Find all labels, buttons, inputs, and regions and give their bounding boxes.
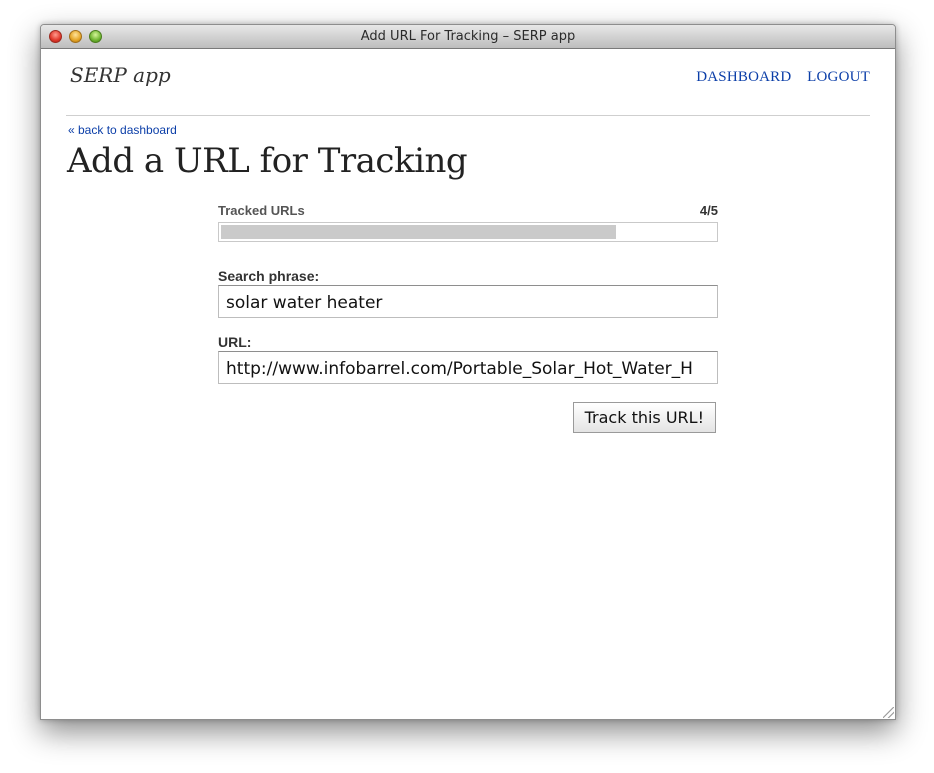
track-url-button[interactable]: Track this URL!: [572, 402, 716, 433]
page-title: Add a URL for Tracking: [67, 141, 468, 181]
zoom-window-button[interactable]: [89, 30, 102, 43]
top-nav: DASHBOARD LOGOUT: [684, 69, 870, 86]
tracked-urls-header: Tracked URLs 4/5: [218, 203, 718, 219]
browser-window: Add URL For Tracking – SERP app SERP app…: [40, 24, 896, 720]
minimize-window-button[interactable]: [69, 30, 82, 43]
title-bar[interactable]: Add URL For Tracking – SERP app: [41, 25, 895, 49]
window-title: Add URL For Tracking – SERP app: [360, 29, 576, 44]
tracked-urls-progress-fill: [221, 225, 617, 239]
nav-dashboard-link[interactable]: DASHBOARD: [696, 69, 791, 85]
page-content: SERP app DASHBOARD LOGOUT « back to dash…: [41, 49, 895, 719]
add-url-form: Tracked URLs 4/5 Search phrase: URL: Tra…: [218, 203, 718, 433]
search-phrase-label: Search phrase:: [218, 268, 320, 284]
tracked-urls-progress-bar: [218, 222, 718, 242]
close-window-button[interactable]: [49, 30, 62, 43]
nav-logout-link[interactable]: LOGOUT: [807, 69, 870, 85]
resize-grip-icon[interactable]: [883, 707, 894, 718]
tracked-urls-count: 4/5: [699, 203, 718, 218]
url-input[interactable]: [218, 351, 718, 384]
search-phrase-input[interactable]: [218, 285, 718, 318]
tracked-urls-label: Tracked URLs: [218, 203, 305, 218]
brand-logo[interactable]: SERP app: [70, 63, 171, 87]
form-actions: Track this URL!: [218, 402, 718, 433]
url-label: URL:: [218, 334, 252, 350]
back-to-dashboard-link[interactable]: « back to dashboard: [68, 123, 177, 137]
header-divider: [66, 115, 870, 116]
